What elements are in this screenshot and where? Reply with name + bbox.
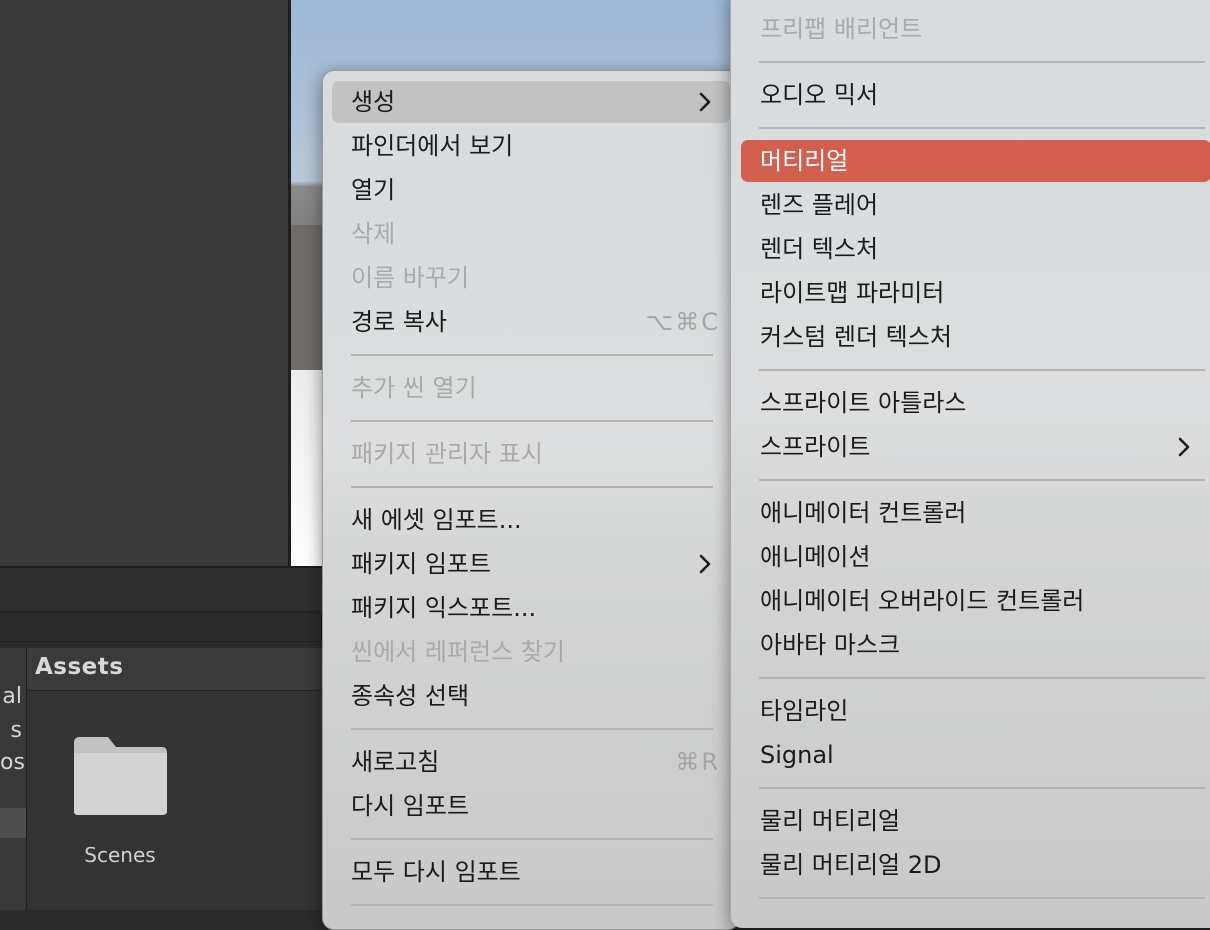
menu-separator	[351, 354, 713, 356]
menu-separator	[759, 127, 1205, 129]
menu-separator	[759, 479, 1205, 481]
menu-item-animation[interactable]: 애니메이션	[741, 536, 1210, 578]
menu-separator	[351, 486, 713, 488]
menu-item-reimport-all[interactable]: 모두 다시 임포트	[332, 851, 730, 893]
menu-item-export-package[interactable]: 패키지 익스포트...	[332, 587, 730, 629]
menu-item-physic-material[interactable]: 물리 머티리얼	[741, 800, 1210, 842]
menu-item-custom-render-texture[interactable]: 커스텀 렌더 텍스처	[741, 316, 1210, 358]
shortcut-label: ⌘R	[675, 748, 720, 776]
chevron-right-icon	[699, 92, 711, 112]
menu-item-material[interactable]: 머티리얼	[741, 140, 1210, 182]
folder-tree-item[interactable]: s	[0, 718, 26, 743]
menu-separator	[351, 728, 713, 730]
menu-item-import-package[interactable]: 패키지 임포트	[332, 543, 730, 585]
menu-separator	[759, 61, 1205, 63]
folder-icon[interactable]	[72, 733, 168, 817]
project-tab-bar	[0, 566, 330, 612]
menu-separator	[759, 787, 1205, 789]
menu-item-delete[interactable]: 삭제	[332, 213, 730, 255]
menu-item-import-new-asset[interactable]: 새 에셋 임포트...	[332, 499, 730, 541]
menu-item-signal[interactable]: Signal	[741, 734, 1210, 776]
menu-item-open[interactable]: 열기	[332, 169, 730, 211]
menu-separator	[351, 904, 713, 906]
menu-separator	[759, 897, 1205, 899]
chevron-right-icon	[699, 554, 711, 574]
folder-label: Scenes	[84, 843, 156, 867]
assets-breadcrumb: Assets	[27, 648, 330, 691]
menu-item-reimport[interactable]: 다시 임포트	[332, 785, 730, 827]
menu-item-animator-controller[interactable]: 애니메이터 컨트롤러	[741, 492, 1210, 534]
folder-tree-item[interactable]: al	[0, 684, 26, 709]
menu-item-copy-path[interactable]: 경로 복사 ⌥⌘C	[332, 301, 720, 343]
assets-grid[interactable]: Scenes	[27, 691, 330, 910]
project-search-input[interactable]	[0, 612, 322, 642]
menu-item-sprites[interactable]: 스프라이트	[741, 426, 1210, 468]
hierarchy-panel	[0, 0, 288, 566]
menu-item-label: 스프라이트	[760, 433, 871, 461]
folder-tree: al s os	[0, 648, 27, 910]
menu-item-select-dependencies[interactable]: 종속성 선택	[332, 675, 730, 717]
menu-item-create[interactable]: 생성	[332, 81, 730, 123]
menu-item-sprite-atlas[interactable]: 스프라이트 아틀라스	[741, 382, 1210, 424]
menu-item-label: 경로 복사	[351, 308, 447, 336]
menu-separator	[759, 369, 1205, 371]
menu-separator	[759, 677, 1205, 679]
menu-item-rename[interactable]: 이름 바꾸기	[332, 257, 730, 299]
menu-item-prefab-variant[interactable]: 프리팹 배리언트	[741, 8, 1210, 50]
menu-item-timeline[interactable]: 타임라인	[741, 690, 1210, 732]
folder-tree-selection	[0, 808, 26, 838]
menu-item-lens-flare[interactable]: 렌즈 플레어	[741, 184, 1210, 226]
folder-tree-item[interactable]: os	[0, 750, 26, 775]
context-menu: 생성 파인더에서 보기 열기 삭제 이름 바꾸기 경로 복사 ⌥⌘C 추가 씬 …	[322, 70, 740, 930]
chevron-right-icon	[1178, 437, 1190, 457]
menu-item-animator-override-controller[interactable]: 애니메이터 오버라이드 컨트롤러	[741, 580, 1210, 622]
menu-item-audio-mixer[interactable]: 오디오 믹서	[741, 74, 1210, 116]
menu-item-avatar-mask[interactable]: 아바타 마스크	[741, 624, 1210, 666]
assets-title[interactable]: Assets	[35, 654, 123, 680]
menu-item-reveal-in-finder[interactable]: 파인더에서 보기	[332, 125, 730, 167]
menu-item-show-package-manager[interactable]: 패키지 관리자 표시	[332, 433, 730, 475]
menu-separator	[351, 420, 713, 422]
menu-separator	[351, 838, 713, 840]
shortcut-label: ⌥⌘C	[645, 308, 720, 336]
menu-item-label: 패키지 임포트	[351, 550, 492, 578]
menu-item-label: 새로고침	[351, 748, 440, 776]
menu-item-lightmap-parameters[interactable]: 라이트맵 파라미터	[741, 272, 1210, 314]
menu-item-refresh[interactable]: 새로고침 ⌘R	[332, 741, 720, 783]
menu-item-render-texture[interactable]: 렌더 텍스처	[741, 228, 1210, 270]
create-submenu: 프리팹 배리언트 오디오 믹서 머티리얼 렌즈 플레어 렌더 텍스처 라이트맵 …	[730, 0, 1210, 928]
menu-item-label: 생성	[351, 88, 396, 116]
menu-item-open-scene-additive[interactable]: 추가 씬 열기	[332, 367, 730, 409]
menu-item-physic-material-2d[interactable]: 물리 머티리얼 2D	[741, 844, 1210, 886]
menu-item-find-references[interactable]: 씬에서 레퍼런스 찾기	[332, 631, 730, 673]
